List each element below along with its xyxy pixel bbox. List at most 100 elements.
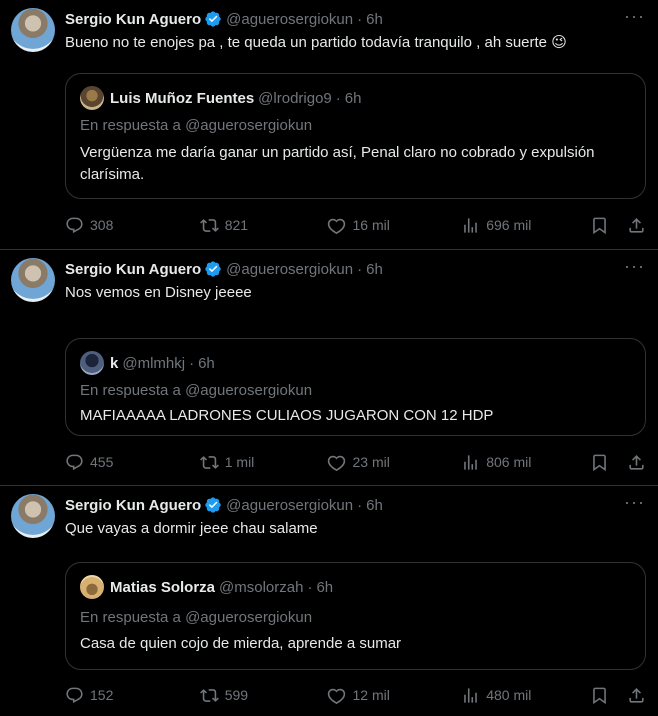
quoted-author-name: Matias Solorza (110, 578, 216, 596)
reply-button[interactable]: 308 (65, 216, 200, 235)
author-handle[interactable]: @aguerosergiokun (226, 497, 353, 514)
bookmark-icon (593, 687, 606, 704)
tweet[interactable]: Sergio Kun Aguero @aguerosergiokun · 6h … (0, 0, 658, 250)
like-count: 23 mil (352, 454, 390, 470)
like-icon (328, 688, 346, 704)
bookmark-button[interactable] (590, 216, 609, 235)
share-icon (629, 454, 644, 470)
reply-count: 455 (90, 454, 114, 470)
quoted-author-handle: @lrodrigo9 (258, 89, 332, 107)
views-count: 480 mil (486, 687, 532, 703)
separator-dot: · (307, 578, 313, 596)
author-name[interactable]: Sergio Kun Aguero (65, 11, 201, 28)
quoted-text: Casa de quien cojo de mierda, aprende a … (80, 635, 402, 652)
views-icon (464, 217, 478, 233)
share-button[interactable] (627, 453, 646, 472)
quoted-tweet[interactable]: k @mlmhkj · 6h En respuesta a @agueroser… (65, 338, 646, 436)
retweet-button[interactable]: 821 (199, 216, 328, 235)
views-button[interactable]: 806 mil (461, 453, 586, 472)
bookmark-button[interactable] (590, 686, 609, 705)
like-button[interactable]: 23 mil (327, 453, 461, 472)
timestamp[interactable]: 6h (366, 261, 383, 278)
like-count: 12 mil (352, 687, 390, 703)
avatar[interactable] (11, 8, 55, 52)
quoted-author-handle: @mlmhkj (122, 354, 186, 372)
timeline: Sergio Kun Aguero @aguerosergiokun · 6h … (0, 0, 658, 716)
tweet-header: Sergio Kun Aguero @aguerosergiokun · 6h (65, 495, 642, 515)
retweet-count: 1 mil (224, 454, 255, 470)
quoted-author-name: k (110, 354, 119, 372)
action-bar: 455 1 mil 23 mil 806 mil (65, 451, 646, 473)
retweet-button[interactable]: 1 mil (199, 453, 328, 472)
quoted-author-handle: @msolorzah (219, 578, 304, 596)
separator-dot: · (335, 89, 341, 107)
reply-count: 308 (90, 217, 114, 233)
share-icon (629, 217, 644, 233)
timestamp[interactable]: 6h (366, 11, 383, 28)
more-icon[interactable]: ··· (624, 493, 645, 511)
verified-badge-icon (205, 261, 221, 277)
retweet-icon (199, 455, 219, 469)
author-handle[interactable]: @aguerosergiokun (226, 261, 353, 278)
separator-dot: · (189, 354, 195, 372)
reply-context: En respuesta a @aguerosergiokun (80, 117, 313, 134)
more-icon[interactable]: ··· (624, 257, 645, 275)
action-bar: 152 599 12 mil 480 mil (65, 684, 646, 706)
reply-button[interactable]: 455 (65, 453, 200, 472)
verified-badge-icon (205, 11, 221, 27)
bookmark-icon (593, 454, 606, 471)
author-handle[interactable]: @aguerosergiokun (226, 11, 353, 28)
avatar[interactable] (11, 494, 55, 538)
bookmark-icon (593, 217, 606, 234)
quoted-tweet-header: k @mlmhkj · 6h (80, 351, 215, 375)
reply-context: En respuesta a @aguerosergiokun (80, 382, 313, 399)
quoted-text: MAFIAAAAA LADRONES CULIAOS JUGARON CON 1… (80, 407, 494, 424)
share-button[interactable] (627, 216, 646, 235)
like-icon (328, 455, 346, 471)
tweet-header: Sergio Kun Aguero @aguerosergiokun · 6h (65, 9, 642, 29)
tweet-text: Bueno no te enojes pa , te queda un part… (65, 34, 567, 51)
reply-button[interactable]: 152 (65, 686, 200, 705)
retweet-button[interactable]: 599 (199, 686, 328, 705)
like-button[interactable]: 16 mil (327, 216, 461, 235)
like-icon (328, 218, 346, 234)
reply-context: En respuesta a @aguerosergiokun (80, 609, 313, 626)
separator-dot: · (357, 496, 363, 514)
views-button[interactable]: 696 mil (461, 216, 586, 235)
author-name[interactable]: Sergio Kun Aguero (65, 497, 201, 514)
tweet-text: Nos vemos en Disney jeeee (65, 284, 252, 301)
avatar[interactable] (11, 258, 55, 302)
quoted-tweet[interactable]: Matias Solorza @msolorzah · 6h En respue… (65, 562, 646, 670)
quoted-avatar (80, 575, 104, 599)
views-button[interactable]: 480 mil (461, 686, 586, 705)
reply-count: 152 (90, 687, 114, 703)
more-icon[interactable]: ··· (624, 7, 645, 25)
quoted-tweet-header: Luis Muñoz Fuentes @lrodrigo9 · 6h (80, 86, 361, 110)
tweet[interactable]: Sergio Kun Aguero @aguerosergiokun · 6h … (0, 250, 658, 486)
separator-dot: · (357, 260, 363, 278)
separator-dot: · (357, 10, 363, 28)
retweet-count: 599 (224, 687, 249, 703)
views-icon (464, 687, 478, 703)
share-button[interactable] (627, 686, 646, 705)
quoted-text: Vergüenza me daría ganar un partido así,… (80, 144, 595, 183)
bookmark-button[interactable] (590, 453, 609, 472)
quoted-timestamp: 6h (344, 89, 362, 107)
tweet-text: Que vayas a dormir jeee chau salame (65, 520, 318, 537)
timestamp[interactable]: 6h (366, 497, 383, 514)
quoted-tweet[interactable]: Luis Muñoz Fuentes @lrodrigo9 · 6h En re… (65, 73, 646, 199)
like-button[interactable]: 12 mil (327, 686, 461, 705)
quoted-tweet-header: Matias Solorza @msolorzah · 6h (80, 575, 333, 599)
reply-icon (66, 217, 83, 233)
reply-icon (66, 454, 83, 470)
action-bar: 308 821 16 mil 696 mil (65, 214, 646, 236)
tweet[interactable]: Sergio Kun Aguero @aguerosergiokun · 6h … (0, 486, 658, 716)
views-icon (464, 454, 478, 470)
quoted-timestamp: 6h (198, 354, 215, 372)
author-name[interactable]: Sergio Kun Aguero (65, 261, 201, 278)
share-icon (629, 687, 644, 703)
tweet-header: Sergio Kun Aguero @aguerosergiokun · 6h (65, 259, 642, 279)
reply-icon (66, 687, 83, 703)
retweet-count: 821 (224, 217, 249, 233)
views-count: 696 mil (486, 217, 532, 233)
